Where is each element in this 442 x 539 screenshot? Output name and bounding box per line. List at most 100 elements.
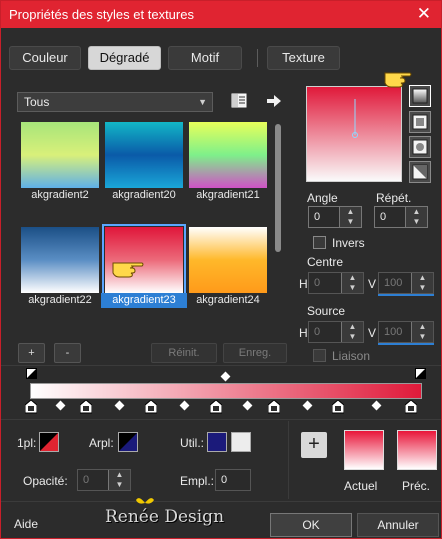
repeat-value: 0: [380, 211, 387, 223]
background-swatch-icon[interactable]: [118, 432, 138, 452]
source-v-value: 100: [384, 326, 403, 338]
rectangular-gradient-button[interactable]: [409, 111, 431, 133]
color-midpoint-diamond[interactable]: [114, 400, 125, 411]
spinner-arrows-icon[interactable]: ▲ ▼: [341, 273, 363, 293]
gradient-thumb[interactable]: akgradient24: [189, 227, 267, 311]
source-h-label: H: [299, 326, 308, 340]
gradient-library-icon[interactable]: [231, 93, 249, 109]
color-stop-marker-icon[interactable]: [268, 400, 280, 414]
center-h-spinner[interactable]: 0 ▲ ▼: [308, 272, 364, 294]
angle-handle-icon[interactable]: [307, 87, 403, 183]
pointing-hand-icon: [384, 72, 412, 88]
gradient-thumb[interactable]: akgradient2: [21, 122, 99, 206]
opacity-midpoint-diamond[interactable]: [220, 371, 231, 382]
color-stop-marker-icon[interactable]: [405, 400, 417, 414]
opacity-spinner[interactable]: 0 ▲ ▼: [77, 469, 131, 491]
location-field[interactable]: 0: [215, 469, 251, 491]
tab-separator: [257, 49, 258, 67]
tab-degrade[interactable]: Dégradé: [88, 46, 161, 70]
gradient-thumb[interactable]: akgradient20: [105, 122, 183, 206]
radial-gradient-icon: [412, 164, 428, 180]
source-h-spinner[interactable]: 0 ▲ ▼: [308, 321, 364, 343]
close-icon[interactable]: ✕: [417, 4, 431, 24]
user-color-alt-swatch[interactable]: [231, 432, 251, 452]
color-midpoint-diamond[interactable]: [55, 400, 66, 411]
spinner-arrows-icon[interactable]: ▲ ▼: [108, 470, 130, 490]
spinner-arrows-icon[interactable]: ▲ ▼: [411, 273, 433, 293]
divider: [1, 365, 441, 366]
invert-checkbox[interactable]: [313, 236, 326, 249]
gradient-name: akgradient22: [28, 294, 92, 306]
window-title: Propriétés des styles et textures: [9, 7, 194, 22]
angle-spinner[interactable]: 0 ▲ ▼: [308, 206, 362, 228]
repeat-spinner[interactable]: 0 ▲ ▼: [374, 206, 428, 228]
previous-label: Préc.: [402, 479, 431, 493]
divider: [288, 421, 289, 499]
radial-gradient-button[interactable]: [409, 161, 431, 183]
spinner-arrows-icon[interactable]: ▲ ▼: [405, 207, 427, 227]
reset-button[interactable]: Réinit.: [151, 343, 217, 363]
background-label: Arpl:: [89, 436, 114, 450]
tab-couleur[interactable]: Couleur: [9, 46, 81, 70]
linear-gradient-icon: [412, 88, 428, 104]
pointing-hand-icon: [112, 262, 144, 278]
tab-texture[interactable]: Texture: [267, 46, 340, 70]
gradient-name: akgradient24: [196, 294, 260, 306]
opacity-stop-marker-icon[interactable]: [415, 368, 426, 379]
source-label: Source: [307, 304, 346, 318]
color-stop-marker-icon[interactable]: [80, 400, 92, 414]
source-h-value: 0: [314, 326, 321, 338]
current-material-swatch[interactable]: [344, 430, 384, 470]
library-filter-select[interactable]: Tous ▼: [17, 92, 213, 112]
add-material-button[interactable]: +: [301, 432, 327, 458]
spinner-arrows-icon[interactable]: ▲ ▼: [341, 322, 363, 342]
gradient-thumb[interactable]: akgradient22: [21, 227, 99, 311]
gradient-bar[interactable]: [30, 383, 422, 399]
color-midpoint-diamond[interactable]: [371, 400, 382, 411]
divider: [1, 419, 441, 420]
gradient-preview[interactable]: [306, 86, 402, 182]
rectangular-gradient-icon: [412, 114, 428, 130]
opacity-stop-marker-icon[interactable]: [26, 368, 37, 379]
gradient-name: akgradient20: [112, 189, 176, 201]
brand-watermark: Renée Design: [105, 507, 225, 527]
sunburst-gradient-button[interactable]: [409, 136, 431, 158]
color-midpoint-diamond[interactable]: [179, 400, 190, 411]
color-stop-marker-icon[interactable]: [332, 400, 344, 414]
spinner-arrows-icon[interactable]: ▲ ▼: [339, 207, 361, 227]
color-midpoint-diamond[interactable]: [242, 400, 253, 411]
ok-button[interactable]: OK: [270, 513, 352, 537]
gradient-thumb[interactable]: akgradient21: [189, 122, 267, 206]
cancel-button[interactable]: Annuler: [357, 513, 439, 537]
color-stop-marker-icon[interactable]: [210, 400, 222, 414]
gradient-swatch: [189, 122, 267, 188]
color-stop-marker-icon[interactable]: [145, 400, 157, 414]
sunburst-gradient-icon: [412, 139, 428, 155]
source-v-spinner[interactable]: 100 ▲ ▼: [378, 321, 434, 345]
remove-gradient-button[interactable]: -: [54, 343, 81, 363]
center-v-spinner[interactable]: 100 ▲ ▼: [378, 272, 434, 296]
save-gradient-button[interactable]: Enreg.: [223, 343, 287, 363]
color-midpoint-diamond[interactable]: [302, 400, 313, 411]
source-v-label: V: [368, 326, 377, 340]
title-bar[interactable]: Propriétés des styles et textures ✕: [1, 1, 441, 28]
spinner-arrows-icon[interactable]: ▲ ▼: [411, 322, 433, 342]
location-label: Empl.:: [180, 474, 215, 488]
scrollbar-thumb[interactable]: [275, 124, 281, 252]
link-checkbox[interactable]: [313, 349, 326, 362]
gradient-swatch: [21, 122, 99, 188]
tab-motif[interactable]: Motif: [168, 46, 242, 70]
arrow-right-icon[interactable]: [265, 93, 283, 109]
library-scrollbar[interactable]: [273, 118, 283, 324]
color-stop-marker-icon[interactable]: [25, 400, 37, 414]
previous-material-swatch[interactable]: [397, 430, 437, 470]
user-color-swatch[interactable]: [207, 432, 227, 452]
foreground-swatch-icon[interactable]: [39, 432, 59, 452]
opacity-label: Opacité:: [23, 474, 68, 488]
user-color-label: Util.:: [180, 436, 204, 450]
center-v-label: V: [368, 277, 377, 291]
gradient-swatch: [105, 122, 183, 188]
add-gradient-button[interactable]: +: [18, 343, 45, 363]
gradient-name: akgradient2: [31, 189, 89, 201]
help-link[interactable]: Aide: [14, 517, 38, 531]
